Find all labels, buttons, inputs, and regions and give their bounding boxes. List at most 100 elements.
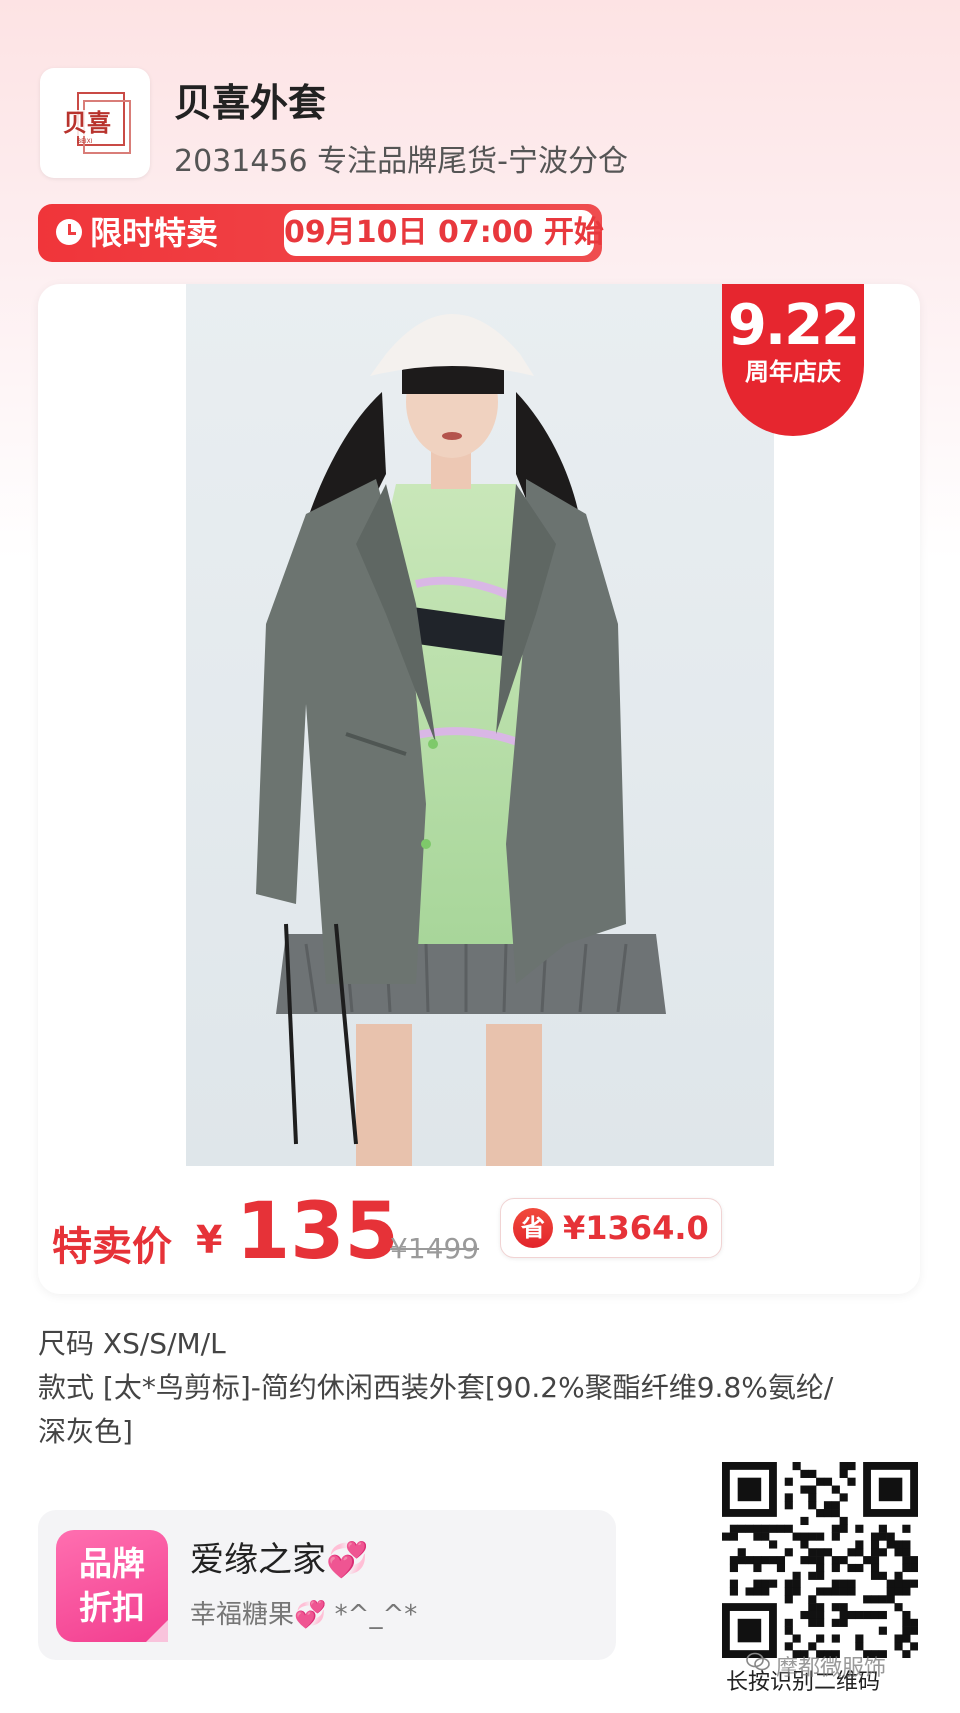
qr-module (847, 1548, 856, 1557)
brand-discount-badge-line2: 折扣 (79, 1588, 145, 1627)
savings-badge: 省 ¥1364.0 (500, 1198, 722, 1258)
qr-module (886, 1595, 895, 1604)
qr-module (894, 1587, 903, 1596)
qr-module (784, 1501, 793, 1510)
qr-module (902, 1540, 911, 1549)
price-label: 特卖价 (52, 1224, 172, 1270)
qr-module (784, 1587, 793, 1596)
qr-module (761, 1556, 770, 1565)
qr-module (784, 1579, 793, 1588)
shop-logo-text: 贝喜 (63, 109, 111, 137)
qr-module (784, 1595, 793, 1604)
qr-module (847, 1477, 856, 1486)
qr-module (831, 1634, 840, 1643)
brand-discount-card[interactable]: 品牌 折扣 爱缘之家💞 幸福糖果💞 *^_^* (38, 1510, 616, 1660)
qr-code[interactable] (722, 1462, 919, 1659)
qr-module (902, 1587, 911, 1596)
qr-module (776, 1524, 786, 1533)
qr-module (839, 1618, 848, 1627)
flash-sale-start-time: 09月10日 07:00 开始 (284, 210, 604, 256)
qr-module (831, 1587, 840, 1596)
qr-module (863, 1556, 872, 1565)
qr-module (831, 1509, 840, 1518)
qr-module (831, 1532, 840, 1541)
qr-module (894, 1579, 903, 1588)
wechat-icon (746, 1652, 770, 1671)
qr-module (816, 1634, 825, 1643)
style-spec-line-2: 深灰色] (38, 1415, 133, 1448)
qr-module (761, 1532, 770, 1541)
qr-module (816, 1610, 825, 1620)
qr-module (808, 1469, 817, 1478)
qr-module (894, 1571, 903, 1580)
qr-module (894, 1548, 903, 1557)
qr-module (894, 1634, 903, 1643)
brand-discount-badge: 品牌 折扣 (56, 1530, 168, 1642)
qr-module (878, 1626, 887, 1635)
qr-module (823, 1587, 833, 1596)
qr-module (902, 1610, 911, 1620)
qr-module (910, 1642, 919, 1651)
qr-module (729, 1532, 738, 1541)
qr-module (808, 1603, 817, 1612)
qr-module (800, 1532, 809, 1541)
qr-module (761, 1524, 770, 1533)
brand-discount-badge-line1: 品牌 (79, 1544, 145, 1583)
product-photo-illustration (186, 284, 774, 1166)
qr-module (878, 1610, 887, 1620)
qr-module (823, 1548, 833, 1557)
qr-module (839, 1610, 848, 1620)
qr-module (800, 1469, 809, 1478)
shop-logo[interactable]: 贝喜 BEIXI (40, 68, 150, 178)
promo-subtitle-suffix: *^_^* (334, 1600, 418, 1630)
qr-module (816, 1477, 825, 1486)
qr-module (878, 1595, 887, 1604)
qr-module (800, 1556, 809, 1565)
qr-module (792, 1462, 801, 1471)
qr-module (870, 1548, 880, 1557)
qr-module (823, 1509, 833, 1518)
qr-module (831, 1579, 840, 1588)
watermark-text: 摩都微服饰 (776, 1656, 887, 1681)
shop-logo-mark: 贝喜 BEIXI (63, 92, 131, 154)
qr-module (902, 1524, 911, 1533)
anniversary-badge-text: 周年店庆 (745, 358, 841, 386)
qr-module (823, 1477, 833, 1486)
qr-module (902, 1626, 911, 1635)
qr-module (800, 1540, 809, 1549)
shop-name[interactable]: 贝喜外套 (174, 72, 326, 127)
qr-module (816, 1587, 825, 1596)
qr-module (792, 1571, 801, 1580)
shop-logo-subtext: BEIXI (77, 138, 93, 145)
qr-module (870, 1563, 880, 1573)
qr-module (870, 1571, 880, 1580)
qr-module (761, 1587, 770, 1596)
product-image[interactable] (186, 284, 774, 1166)
qr-module (753, 1556, 762, 1565)
qr-module (745, 1587, 754, 1596)
qr-module (870, 1540, 880, 1549)
qr-module (808, 1571, 817, 1580)
qr-module (839, 1516, 848, 1526)
qr-module (831, 1485, 840, 1494)
original-price: ¥1499 (390, 1232, 480, 1265)
qr-module (808, 1501, 817, 1510)
save-badge-icon: 省 (513, 1208, 553, 1248)
qr-module (878, 1532, 887, 1541)
qr-module (808, 1485, 817, 1494)
qr-module (792, 1634, 801, 1643)
qr-module (808, 1610, 817, 1620)
qr-module (784, 1524, 793, 1533)
qr-module (839, 1524, 848, 1533)
qr-module (808, 1618, 817, 1627)
qr-module (753, 1579, 762, 1588)
qr-module (902, 1634, 911, 1643)
qr-module (886, 1579, 895, 1588)
qr-module (769, 1540, 778, 1549)
qr-module (792, 1532, 801, 1541)
qr-module (808, 1493, 817, 1502)
qr-code-pattern (722, 1462, 919, 1659)
qr-module (855, 1548, 864, 1557)
qr-module (902, 1650, 911, 1659)
qr-module (808, 1595, 817, 1604)
